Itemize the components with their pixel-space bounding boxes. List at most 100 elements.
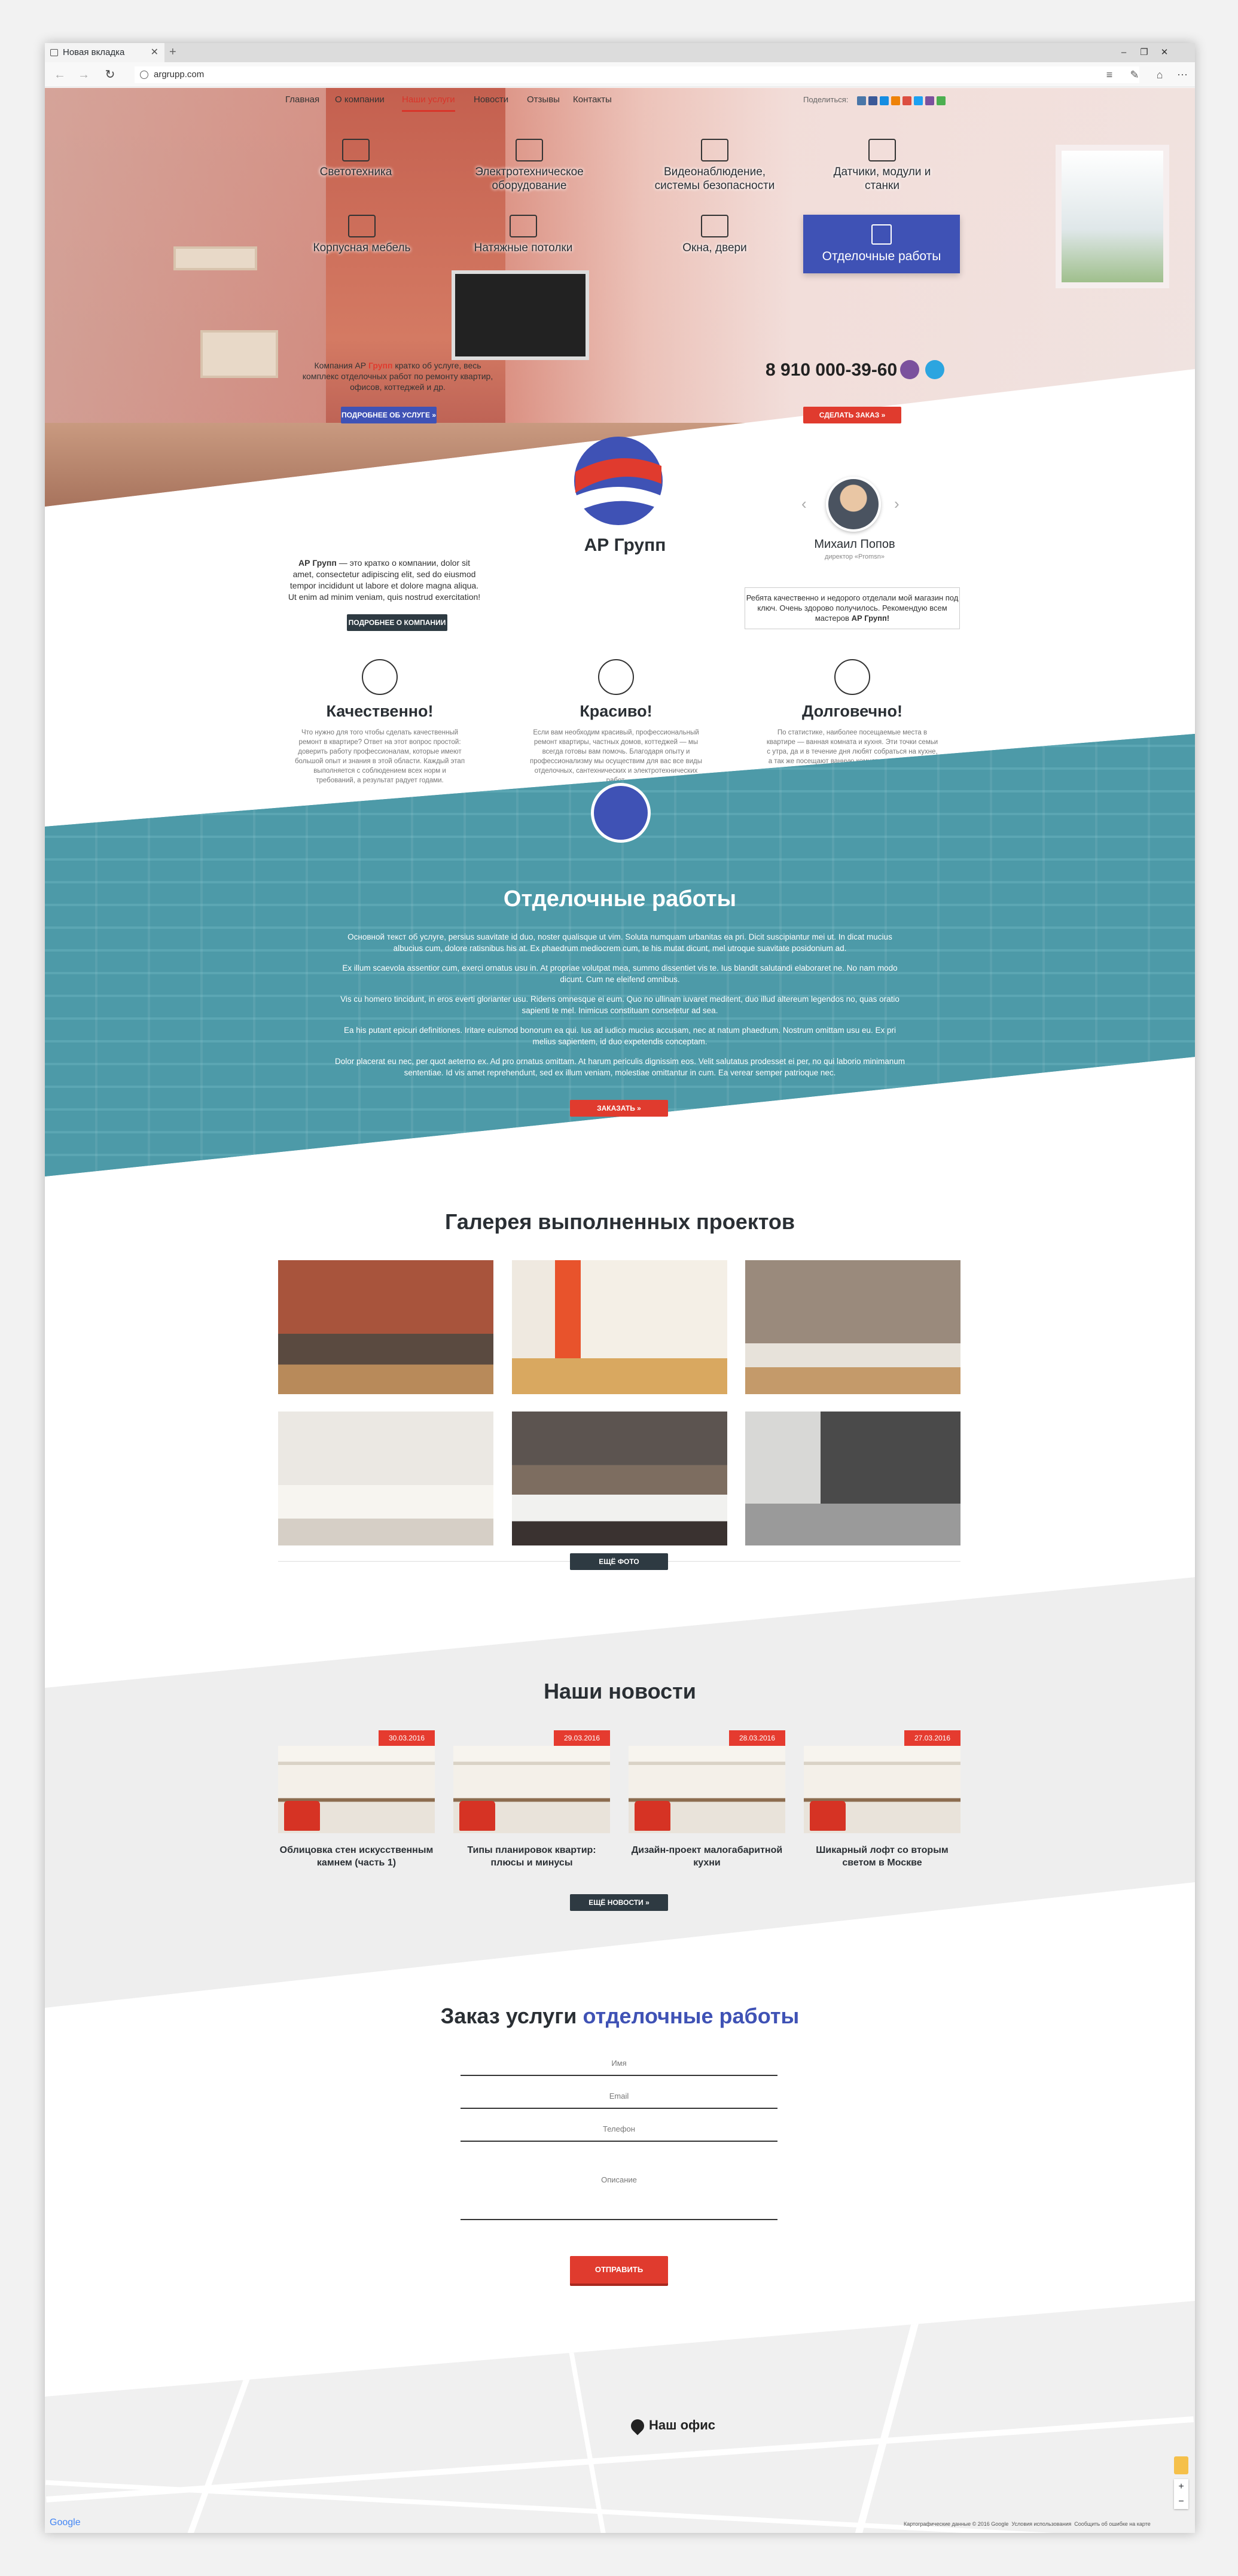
order-button[interactable]: СДЕЛАТЬ ЗАКАЗ » [803,407,901,423]
logo-icon [574,437,663,525]
map-footer: Картографические данные © 2016 Google Ус… [904,2521,1151,2527]
hero-description: Компания АР Групп кратко об услуге, весь… [302,361,493,392]
url-input[interactable]: argrupp.com [135,66,1139,83]
service-lighting[interactable]: Светотехника [302,139,410,179]
feature-quality: Качественно! Что нужно для того чтобы сде… [293,659,466,785]
notes-icon[interactable]: ✎ [1124,62,1145,87]
phone-number[interactable]: 8 910 000-39-60 [766,360,897,380]
wardrobe-icon [348,215,376,237]
nav-about[interactable]: О компании [335,88,385,112]
map-zoom-control[interactable]: + − [1174,2479,1188,2509]
description-field[interactable]: Описание [461,2175,777,2220]
review-prev-icon[interactable]: ‹ [801,495,807,513]
reviewer-role: директор «Promsn» [824,553,885,560]
feature-beauty: Красиво! Если вам необходим красивый, про… [529,659,703,785]
brush-icon [871,224,892,245]
more-icon[interactable]: ⋯ [1172,62,1193,87]
service-details-button[interactable]: ПОДРОБНЕЕ ОБ УСЛУГЕ » [341,407,437,423]
more-news-button[interactable]: ЕЩЁ НОВОСТИ » [570,1894,668,1911]
camera-icon [701,139,728,161]
tab-bar: Новая вкладка ✕ + – ❐ ✕ [45,43,1195,62]
company-details-button[interactable]: ПОДРОБНЕЕ О КОМПАНИИ » [347,614,447,644]
reload-icon[interactable]: ↻ [100,62,120,87]
share-label: Поделиться: [803,95,849,104]
service-cctv[interactable]: Видеонаблюдение, системы безопасности [643,139,786,193]
gallery-photo[interactable] [745,1260,960,1394]
map[interactable] [45,2301,1195,2533]
forward-icon[interactable]: → [74,62,94,87]
vk-icon[interactable] [857,96,866,105]
brush-badge-icon [591,783,651,843]
window-icon [701,215,728,237]
nav-contacts[interactable]: Контакты [573,88,612,112]
tab-page-icon [50,49,58,56]
name-field[interactable]: Имя [461,2059,777,2076]
back-icon[interactable]: ← [50,62,70,87]
service-furniture[interactable]: Корпусная мебель [302,215,422,255]
mailru-icon[interactable] [880,96,889,105]
news-card[interactable]: 30.03.2016 Облицовка стен искусственным к… [278,1730,435,1869]
browser-window: Новая вкладка ✕ + – ❐ ✕ ← → ↻ argrupp.com… [45,43,1195,2533]
gallery-photo[interactable] [512,1412,727,1545]
whatsapp-icon[interactable] [937,96,946,105]
nav-reviews[interactable]: Отзывы [527,88,560,112]
submit-button[interactable]: ОТПРАВИТЬ [570,2256,668,2284]
lamp-icon [342,139,370,161]
finishing-order-button[interactable]: ЗАКАЗАТЬ » [570,1100,668,1117]
sensor-icon [868,139,896,161]
ceiling-icon [510,215,537,237]
news-section [45,1577,1195,2008]
reading-list-icon[interactable]: ≡ [1099,62,1120,87]
service-windows[interactable]: Окна, двери [661,215,769,255]
restore-icon[interactable]: ❐ [1134,43,1154,62]
nav-news[interactable]: Новости [474,88,508,112]
news-card[interactable]: 27.03.2016 Шикарный лофт со вторым светом… [804,1730,960,1869]
news-title: Наши новости [544,1679,696,1703]
close-tab-icon[interactable]: ✕ [151,43,158,62]
tab-title: Новая вкладка [63,47,125,57]
nav-home[interactable]: Главная [285,88,319,112]
share-icon[interactable]: ⌂ [1149,62,1170,87]
gallery-photo[interactable] [278,1260,493,1394]
hero-shelf [173,246,257,270]
new-tab-icon[interactable]: + [169,43,176,61]
service-sensors[interactable]: Датчики, модули и станки [822,139,942,193]
review-next-icon[interactable]: › [894,495,899,513]
news-photo-chair [284,1801,320,1831]
gplus-icon[interactable] [902,96,911,105]
hero-shelf [200,330,278,378]
browser-tab[interactable]: Новая вкладка ✕ [45,43,164,62]
service-ceilings[interactable]: Натяжные потолки [458,215,589,255]
facebook-icon[interactable] [868,96,877,105]
company-about: АР Групп — это кратко о компании, dolor … [288,558,481,602]
leaf-icon [362,659,398,695]
finishing-paragraph: Ex illum scaevola assentior cum, exerci … [342,964,898,984]
nav-services[interactable]: Наши услуги [402,88,455,112]
news-card[interactable]: 28.03.2016 Дизайн-проект малогабаритной к… [629,1730,785,1869]
gallery-photo[interactable] [278,1412,493,1545]
finishing-paragraph: Ea his putant epicuri definitiones. Irit… [344,1026,896,1046]
news-card[interactable]: 29.03.2016 Типы планировок квартир: плюсы… [453,1730,610,1869]
twitter-icon[interactable] [914,96,923,105]
page: Главная О компании Наши услуги Новости О… [45,88,1195,2533]
pegman-icon[interactable] [1174,2456,1188,2474]
more-photos-button[interactable]: ЕЩЁ ФОТО [570,1553,668,1570]
finishing-paragraph: Dolor placerat eu nec, per quot aeterno … [334,1057,905,1077]
email-field[interactable]: Email [461,2092,777,2109]
url-text: argrupp.com [154,69,205,80]
odnoklassniki-icon[interactable] [891,96,900,105]
close-window-icon[interactable]: ✕ [1154,43,1175,62]
service-electrical[interactable]: Электротехническое оборудование [458,139,601,193]
gallery-photo[interactable] [745,1412,960,1545]
map-road [848,2304,923,2533]
gallery-photo[interactable] [512,1260,727,1394]
reviewer-name: Михаил Попов [814,538,895,551]
telegram-icon[interactable] [925,360,944,379]
viber-icon[interactable] [900,360,919,379]
service-finishing-active[interactable]: Отделочные работы [803,215,960,273]
order-title: Заказ услуги отделочные работы [440,2004,800,2028]
minimize-icon[interactable]: – [1114,43,1134,62]
phone-field[interactable]: Телефон [461,2124,777,2142]
viber-share-icon[interactable] [925,96,934,105]
address-bar: ← → ↻ argrupp.com ≡ ✎ ⌂ ⋯ [45,62,1195,87]
